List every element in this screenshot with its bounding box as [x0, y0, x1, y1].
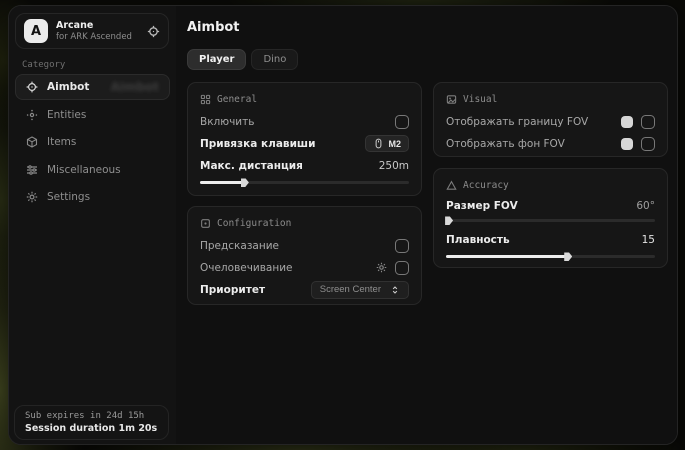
enable-row: Включить: [200, 111, 409, 132]
smoothness-slider[interactable]: [446, 255, 655, 258]
brand-text: Arcane for ARK Ascended: [56, 20, 132, 41]
sidebar-nav: Aimbot Aimbot Entities: [15, 74, 170, 212]
humanization-checkbox[interactable]: [395, 261, 409, 275]
brand-card: A Arcane for ARK Ascended: [15, 13, 169, 49]
brand-logo: A: [24, 19, 48, 43]
module-icon: [200, 218, 211, 229]
fov-border-row: Отображать границу FOV: [446, 111, 655, 132]
ghost-watermark: Aimbot: [111, 80, 159, 94]
sidebar-item-label: Miscellaneous: [47, 164, 121, 176]
visual-panel-title: Visual: [463, 94, 497, 105]
sliders-icon: [26, 164, 38, 176]
fov-border-label: Отображать границу FOV: [446, 116, 588, 128]
triangle-icon: [446, 180, 457, 191]
target-icon[interactable]: [147, 25, 160, 38]
sidebar-item-label: Settings: [47, 191, 90, 203]
box-icon: [26, 136, 38, 148]
game-background: A Arcane for ARK Ascended Category: [0, 0, 685, 450]
fov-bg-color-swatch[interactable]: [621, 138, 633, 150]
screen-icon: [446, 94, 457, 105]
smoothness-value: 15: [642, 234, 655, 246]
priority-label: Приоритет: [200, 284, 265, 296]
brand-title: Arcane: [56, 20, 132, 31]
accuracy-panel-title: Accuracy: [463, 180, 509, 191]
configuration-panel-header: Configuration: [200, 217, 409, 229]
grid-icon: [200, 94, 211, 105]
visual-panel: Visual Отображать границу FOV Отображать…: [433, 82, 668, 157]
chevron-up-down-icon: [390, 285, 400, 295]
slider-fill: [446, 255, 567, 258]
slider-thumb[interactable]: [564, 252, 572, 261]
entities-icon: [26, 109, 38, 121]
mouse-icon: [373, 138, 384, 149]
sidebar-item-label: Items: [47, 136, 76, 148]
priority-value: Screen Center: [320, 284, 381, 295]
sidebar-item-settings[interactable]: Settings: [15, 184, 170, 210]
session-duration-text: Session duration 1m 20s: [25, 423, 158, 434]
fov-size-value: 60°: [636, 200, 655, 212]
sidebar-item-aimbot[interactable]: Aimbot Aimbot: [15, 74, 170, 100]
keybind-button[interactable]: M2: [365, 135, 409, 152]
keybind-row: Привязка клавиши M2: [200, 133, 409, 154]
visual-panel-header: Visual: [446, 93, 655, 105]
sidebar: A Arcane for ARK Ascended Category: [9, 6, 177, 444]
gear-icon: [26, 191, 38, 203]
main-content: Aimbot Player Dino General Вк: [176, 6, 677, 444]
sub-expires-text: Sub expires in 24d 15h: [25, 411, 158, 421]
configuration-panel-title: Configuration: [217, 218, 291, 229]
prediction-row: Предсказание: [200, 235, 409, 256]
enable-checkbox[interactable]: [395, 115, 409, 129]
sidebar-item-label: Entities: [47, 109, 86, 121]
fov-size-row: Размер FOV 60°: [446, 197, 655, 215]
tab-player[interactable]: Player: [187, 49, 246, 70]
fov-border-color-swatch[interactable]: [621, 116, 633, 128]
sidebar-item-items[interactable]: Items: [15, 129, 170, 155]
smoothness-label: Плавность: [446, 234, 510, 246]
tab-dino[interactable]: Dino: [251, 49, 298, 70]
prediction-label: Предсказание: [200, 240, 279, 252]
sidebar-item-miscellaneous[interactable]: Miscellaneous: [15, 157, 170, 183]
max-distance-row: Макс. дистанция 250m: [200, 155, 409, 176]
priority-dropdown[interactable]: Screen Center: [311, 281, 409, 299]
category-label: Category: [22, 60, 65, 70]
general-panel-header: General: [200, 93, 409, 105]
slider-fill: [200, 181, 244, 184]
prediction-checkbox[interactable]: [395, 239, 409, 253]
enable-label: Включить: [200, 116, 254, 128]
slider-thumb[interactable]: [241, 178, 249, 187]
keybind-value: M2: [388, 139, 401, 149]
fov-bg-row: Отображать фон FOV: [446, 133, 655, 154]
keybind-label: Привязка клавиши: [200, 138, 315, 150]
fov-bg-checkbox[interactable]: [641, 137, 655, 151]
max-distance-value: 250m: [379, 160, 409, 172]
humanization-row: Очеловечивание: [200, 257, 409, 278]
slider-thumb[interactable]: [445, 216, 453, 225]
configuration-panel: Configuration Предсказание Очеловечивани…: [187, 206, 422, 305]
general-panel-title: General: [217, 94, 257, 105]
general-panel: General Включить Привязка клавиши: [187, 82, 422, 196]
brand-subtitle: for ARK Ascended: [56, 32, 132, 42]
slider-fill: [446, 219, 448, 222]
brand-initial: A: [31, 24, 41, 39]
max-distance-label: Макс. дистанция: [200, 160, 303, 172]
smoothness-row: Плавность 15: [446, 231, 655, 249]
fov-bg-label: Отображать фон FOV: [446, 138, 565, 150]
page-title: Aimbot: [187, 20, 240, 35]
humanization-label: Очеловечивание: [200, 262, 293, 274]
fov-size-label: Размер FOV: [446, 200, 518, 212]
humanization-gear-icon[interactable]: [376, 262, 387, 273]
accuracy-panel: Accuracy Размер FOV 60° Плавность 15: [433, 168, 668, 268]
sidebar-item-entities[interactable]: Entities: [15, 102, 170, 128]
fov-size-slider[interactable]: [446, 219, 655, 222]
cheat-window: A Arcane for ARK Ascended Category: [8, 5, 678, 445]
tab-bar: Player Dino: [187, 49, 298, 70]
fov-border-checkbox[interactable]: [641, 115, 655, 129]
subscription-card: Sub expires in 24d 15h Session duration …: [14, 405, 169, 440]
crosshair-icon: [26, 81, 38, 93]
priority-row: Приоритет Screen Center: [200, 279, 409, 300]
sidebar-item-label: Aimbot: [47, 81, 89, 93]
accuracy-panel-header: Accuracy: [446, 179, 655, 191]
max-distance-slider[interactable]: [200, 181, 409, 184]
